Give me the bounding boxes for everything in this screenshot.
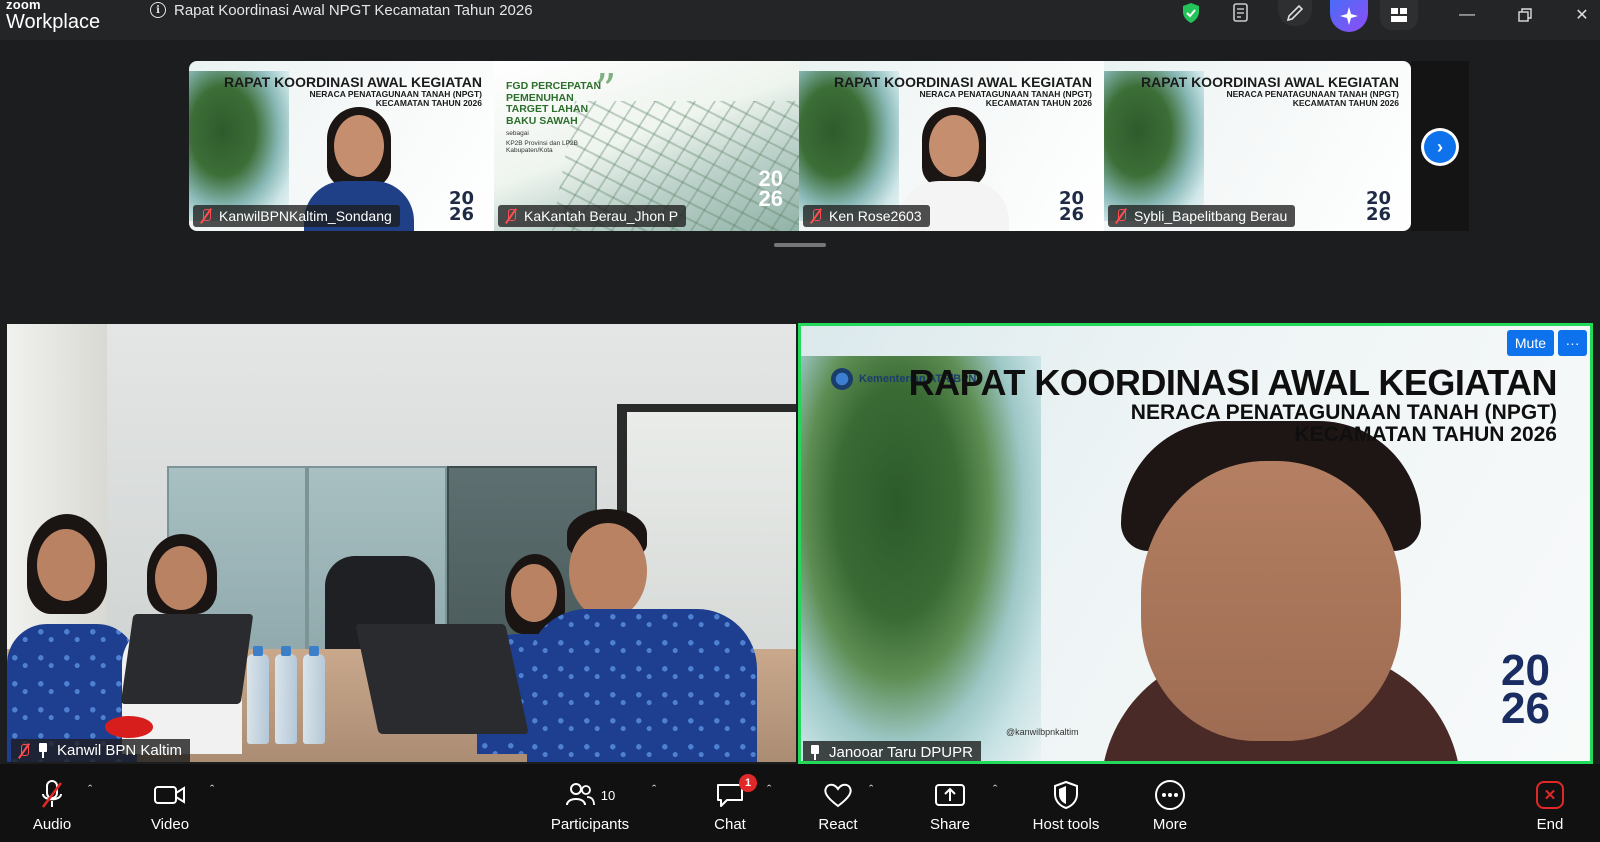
water-bottle — [275, 646, 297, 744]
participants-icon: 10 — [565, 778, 615, 812]
more-button[interactable]: More — [1125, 778, 1215, 833]
logo-workplace-text: Workplace — [6, 11, 101, 33]
annotate-pencil-icon[interactable] — [1278, 0, 1312, 26]
chevron-right-icon: › — [1424, 131, 1456, 163]
video-camera-icon — [153, 778, 187, 812]
chat-unread-badge: 1 — [739, 774, 757, 792]
notes-icon[interactable] — [1230, 0, 1252, 26]
close-button[interactable]: ✕ — [1567, 4, 1597, 26]
ai-companion-icon[interactable] — [1330, 0, 1368, 32]
share-screen-icon — [934, 778, 966, 812]
next-page-button[interactable]: › — [1421, 128, 1459, 166]
video-label: Video — [150, 816, 190, 833]
end-label: End — [1536, 816, 1564, 833]
more-label: More — [1152, 816, 1188, 833]
social-handle: @kanwilbpnkaltim — [1006, 727, 1079, 737]
participant-name: KaKantah Berau_Jhon P — [524, 208, 679, 224]
ministry-seal-icon — [831, 368, 853, 390]
mic-muted-icon — [809, 208, 823, 224]
participant-thumbnail-strip: RAPAT KOORDINASI AWAL KEGIATAN NERACA PE… — [189, 61, 1411, 231]
participant-name-tag: Janooar Taru DPUPR — [803, 741, 981, 761]
pin-icon — [37, 742, 49, 759]
zoom-logo: zoom Workplace — [6, 0, 116, 40]
slide-title: RAPAT KOORDINASI AWAL KEGIATAN NERACA PE… — [1141, 74, 1399, 108]
participant-tile[interactable]: RAPAT KOORDINASI AWAL KEGIATAN NERACA PE… — [1104, 61, 1411, 231]
computer-mouse — [105, 716, 153, 738]
mic-muted-icon — [17, 743, 31, 759]
slide-year: 20 26 — [448, 187, 474, 225]
meeting-controls-toolbar: Audio ˆ Video ˆ 10 Participants ˆ 1 Chat… — [0, 764, 1600, 842]
end-x-icon: ✕ — [1536, 781, 1564, 809]
participant-name: Ken Rose2603 — [829, 208, 922, 224]
participants-count: 10 — [600, 787, 616, 803]
participant-name-tag: Kanwil BPN Kaltim — [11, 739, 191, 762]
mic-muted-icon — [199, 208, 213, 224]
chat-icon: 1 — [715, 774, 757, 812]
participant-name-tag: Sybli_Bapelitbang Berau — [1108, 205, 1296, 227]
more-options-button[interactable]: ··· — [1558, 330, 1587, 356]
react-options-caret-icon[interactable]: ˆ — [869, 782, 873, 797]
video-button[interactable]: Video — [125, 778, 215, 833]
audio-label: Audio — [32, 816, 72, 833]
attendee-video — [527, 509, 757, 762]
participant-tile[interactable]: RAPAT KOORDINASI AWAL KEGIATAN NERACA PE… — [799, 61, 1104, 231]
mic-muted-icon — [1114, 208, 1128, 224]
participant-tile[interactable]: RAPAT KOORDINASI AWAL KEGIATAN NERACA PE… — [189, 61, 494, 231]
slide-title: RAPAT KOORDINASI AWAL KEGIATAN NERACA PE… — [908, 362, 1558, 446]
main-video-left[interactable]: Kanwil BPN Kaltim — [7, 324, 796, 762]
participant-name-tag: KanwilBPNKaltim_Sondang — [193, 205, 400, 227]
slide-year: 20 26 — [1501, 646, 1550, 733]
strip-resize-handle[interactable] — [774, 243, 826, 247]
audio-options-caret-icon[interactable]: ˆ — [88, 782, 92, 797]
chat-label: Chat — [714, 816, 746, 833]
audio-button[interactable]: Audio — [7, 778, 97, 833]
participant-tile[interactable]: ” FGD PERCEPATAN PEMENUHAN TARGET LAHAN … — [494, 61, 799, 231]
minimize-button[interactable]: — — [1452, 4, 1482, 26]
encryption-shield-icon[interactable] — [1180, 0, 1202, 26]
speaker-video — [1091, 421, 1471, 761]
participant-name: Sybli_Bapelitbang Berau — [1134, 208, 1288, 224]
info-icon[interactable]: i — [150, 2, 166, 18]
apps-grid-icon[interactable] — [1380, 0, 1418, 30]
slide-year: 20 26 — [758, 166, 783, 212]
slide-year: 20 26 — [1365, 187, 1391, 225]
participants-label: Participants — [550, 816, 630, 833]
laptop — [355, 624, 529, 734]
water-bottle — [247, 646, 269, 744]
host-shield-icon — [1052, 778, 1080, 812]
chat-options-caret-icon[interactable]: ˆ — [767, 782, 771, 797]
meeting-title: Rapat Koordinasi Awal NPGT Kecamatan Tah… — [174, 1, 533, 19]
zoom-meeting-window: zoom Workplace i Rapat Koordinasi Awal N… — [0, 0, 1600, 842]
video-options-caret-icon[interactable]: ˆ — [210, 782, 214, 797]
heart-icon — [822, 778, 854, 812]
host-tools-button[interactable]: Host tools — [1020, 778, 1112, 833]
share-button[interactable]: Share — [905, 778, 995, 833]
participants-options-caret-icon[interactable]: ˆ — [652, 782, 656, 797]
pin-icon — [809, 744, 821, 761]
participant-name: Kanwil BPN Kaltim — [57, 742, 183, 759]
slide-title: FGD PERCEPATAN PEMENUHAN TARGET LAHAN BA… — [506, 80, 602, 155]
more-dots-icon — [1154, 778, 1186, 812]
react-label: React — [818, 816, 858, 833]
host-tools-label: Host tools — [1032, 816, 1100, 833]
end-meeting-button[interactable]: ✕ End — [1505, 778, 1595, 833]
share-options-caret-icon[interactable]: ˆ — [993, 782, 997, 797]
chat-button[interactable]: 1 Chat — [685, 774, 775, 833]
title-bar: zoom Workplace i Rapat Koordinasi Awal N… — [0, 0, 1600, 40]
mic-muted-icon — [504, 208, 518, 224]
participant-name-tag: KaKantah Berau_Jhon P — [498, 205, 687, 227]
slide-year: 20 26 — [1058, 187, 1084, 225]
participants-button[interactable]: 10 Participants — [545, 778, 635, 833]
water-bottle — [303, 646, 325, 744]
mute-participant-button[interactable]: Mute — [1506, 330, 1554, 356]
participant-name: KanwilBPNKaltim_Sondang — [219, 208, 392, 224]
mic-muted-icon — [37, 778, 67, 812]
main-video-right-active-speaker[interactable]: Kementerian ATR/BPN RAPAT KOORDINASI AWA… — [798, 323, 1593, 764]
participant-name: Janooar Taru DPUPR — [829, 744, 973, 761]
restore-button[interactable] — [1510, 4, 1540, 26]
laptop — [120, 614, 254, 704]
participant-name-tag: Ken Rose2603 — [803, 205, 930, 227]
share-label: Share — [929, 816, 971, 833]
meeting-info[interactable]: i Rapat Koordinasi Awal NPGT Kecamatan T… — [150, 0, 533, 20]
